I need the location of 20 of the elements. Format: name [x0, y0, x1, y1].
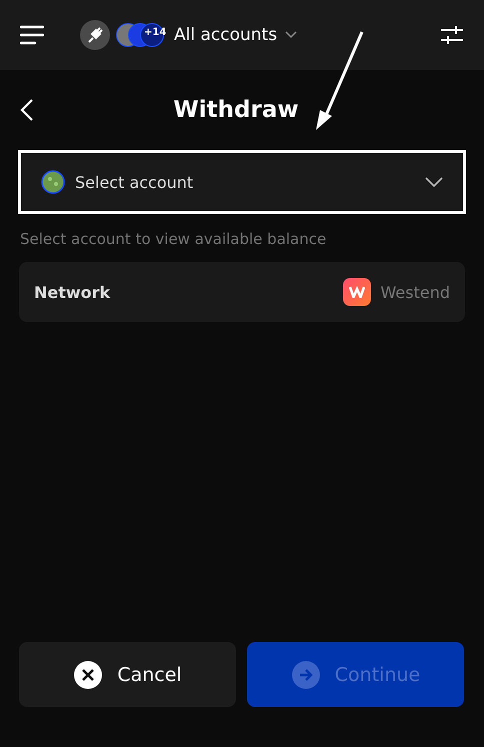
settings-icon[interactable] [440, 25, 464, 45]
page-title: Withdraw [172, 97, 300, 123]
plug-icon[interactable] [80, 20, 110, 50]
network-value: Westend [380, 282, 450, 302]
arrow-right-icon [290, 660, 321, 690]
account-avatars[interactable]: +14 [116, 22, 168, 48]
select-placeholder: Select account [75, 172, 194, 192]
hint-text: Select account to view available balance [20, 230, 328, 248]
network-label: Network [34, 282, 112, 302]
back-icon[interactable] [20, 98, 34, 122]
account-count: +14 [144, 27, 166, 38]
menu-icon[interactable] [20, 25, 44, 45]
chevron-down-icon[interactable] [285, 31, 298, 39]
close-icon [73, 660, 104, 690]
account-avatar-icon [41, 170, 65, 194]
account-select[interactable]: Select account [18, 150, 466, 214]
chevron-down-icon [425, 177, 443, 187]
accounts-label[interactable]: All accounts [174, 25, 278, 45]
network-logo-icon [342, 278, 371, 306]
cancel-button[interactable]: Cancel [19, 642, 236, 707]
